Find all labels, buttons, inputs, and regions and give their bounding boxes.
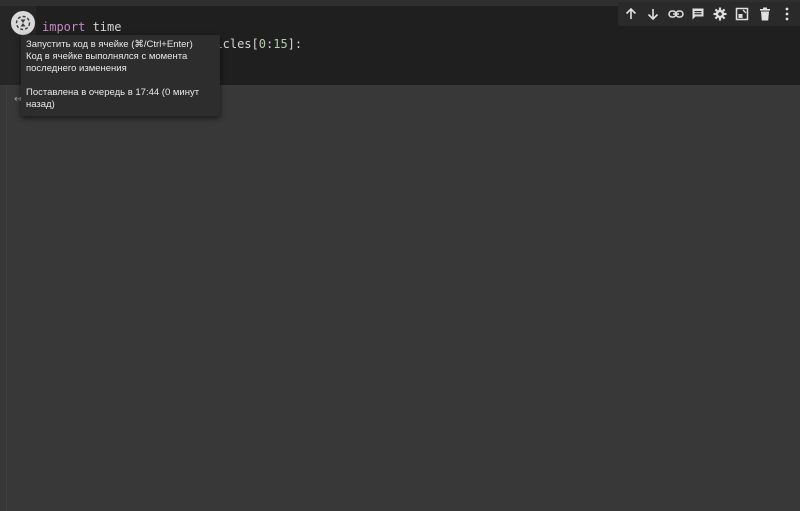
tooltip-line-queued: Поставлена в очередь в 17:44 (0 минут (26, 87, 200, 98)
more-actions-button[interactable] (777, 4, 797, 24)
run-cell-button[interactable] (11, 11, 35, 35)
copy-link-button[interactable] (666, 4, 686, 24)
comment-icon (692, 8, 704, 20)
tooltip-line-status: Код в ячейке выполнялся с момента (26, 51, 188, 62)
tooltip-spacer (26, 75, 214, 87)
arrow-down-icon (648, 9, 659, 21)
arrow-up-icon (626, 7, 637, 19)
mirror-cell-button[interactable] (732, 4, 752, 24)
cell-settings-button[interactable] (710, 4, 730, 24)
code-token: icles[ (215, 37, 259, 51)
move-cell-down-button[interactable] (643, 4, 663, 24)
notebook-view: import time icles[0:15]: ↔ Запустить код… (0, 0, 800, 511)
more-vert-icon (785, 7, 789, 21)
code-token: time (85, 20, 122, 34)
gear-icon (713, 7, 727, 21)
move-cell-up-button[interactable] (621, 4, 641, 24)
delete-cell-button[interactable] (755, 4, 775, 24)
tooltip-line-queued-cont: назад) (26, 99, 55, 110)
output-area (0, 85, 800, 511)
code-line-1[interactable]: import time (42, 20, 121, 34)
code-token: 15 (273, 37, 288, 51)
cell-toolbar (618, 2, 800, 26)
hourglass-pending-icon (15, 15, 31, 31)
code-token: import (42, 20, 86, 34)
left-rule-divider (6, 85, 7, 511)
trash-icon (759, 7, 770, 21)
link-icon (667, 10, 684, 18)
tooltip-line-status-cont: последнего изменения (26, 63, 127, 74)
code-token: 0 (258, 37, 266, 51)
add-comment-button[interactable] (688, 4, 708, 24)
mirror-cell-icon (736, 7, 749, 21)
run-button-tooltip: Запустить код в ячейке (⌘/Ctrl+Enter) Ко… (21, 35, 220, 116)
tooltip-line-shortcut: Запустить код в ячейке (⌘/Ctrl+Enter) (26, 39, 193, 50)
code-token: ]: (287, 37, 303, 51)
